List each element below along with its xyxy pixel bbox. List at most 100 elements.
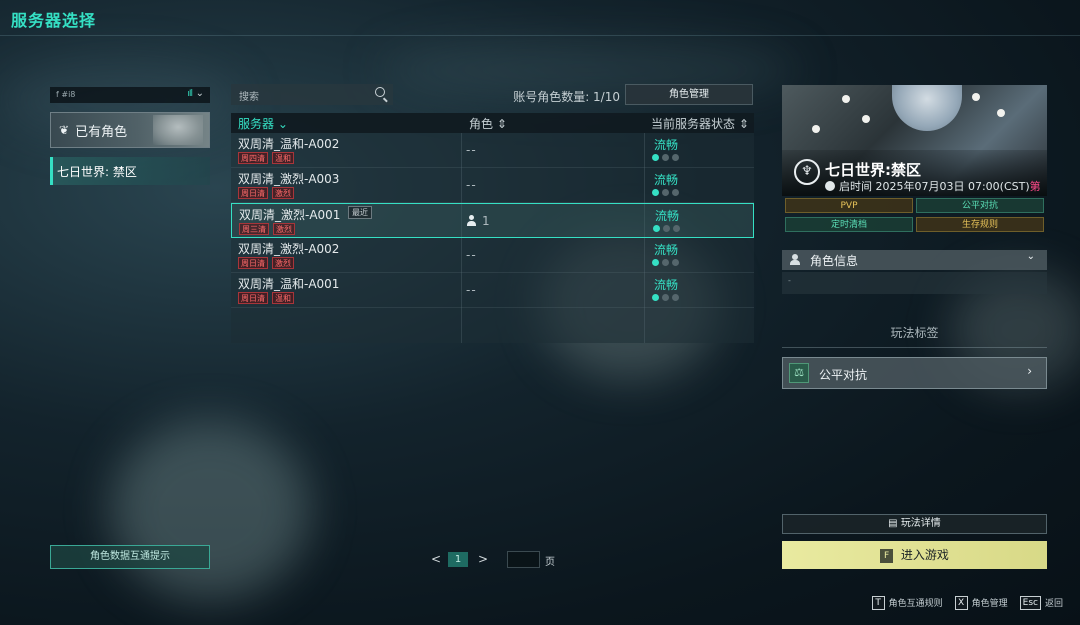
server-tag: 激烈 (273, 223, 295, 235)
person-icon (467, 215, 476, 226)
clock-icon (825, 181, 835, 191)
server-tags: 周日清 激烈 (238, 187, 294, 199)
search-icon[interactable] (375, 87, 385, 97)
server-status: 流畅 (654, 243, 679, 257)
keycap-icon: Esc (1019, 596, 1041, 610)
butterfly-icon: ❦ (59, 123, 70, 137)
current-page[interactable]: 1 (448, 552, 468, 567)
server-name: 双周清_激烈-A001 (239, 208, 341, 222)
role-cell: 1 (467, 214, 491, 228)
pagination: < 1 > (431, 551, 561, 569)
server-status: 流畅 (654, 173, 679, 187)
load-dot (652, 189, 659, 196)
role-info-body: - (782, 272, 1047, 294)
server-tag: 周日清 (238, 292, 268, 304)
server-tags: 周日清 激烈 (238, 257, 294, 269)
load-dot (652, 259, 659, 266)
load-indicator (652, 259, 679, 266)
server-name: 双周清_温和-A001 (238, 277, 340, 291)
enter-game-button[interactable]: F 进入游戏 (782, 541, 1047, 569)
has-role-label: 已有角色 (75, 124, 128, 140)
search-input[interactable]: 搜索 (231, 84, 393, 105)
jellyfish-logo-icon: ♆ (794, 159, 820, 185)
server-row[interactable]: 双周清_温和-A001 周日清 温和 -- 流畅 (231, 273, 754, 308)
search-placeholder: 搜索 (239, 92, 259, 103)
server-tag: 周日清 (238, 257, 268, 269)
game-tag: 生存规则 (916, 217, 1044, 232)
role-manage-button[interactable]: 角色管理 (625, 84, 753, 105)
load-dot (653, 225, 660, 232)
role-data-hint-button[interactable]: 角色数据互通提示 (50, 545, 210, 569)
page-unit: 页 (545, 557, 555, 568)
server-tags: 周四清 温和 (238, 152, 294, 164)
load-dot (662, 294, 669, 301)
role-cell: -- (466, 248, 477, 262)
server-tags: 周三清 激烈 (239, 223, 295, 235)
chevron-right-icon: › (1027, 364, 1032, 378)
open-time: 启时间 2025年07月03日 07:00(CST)第 (825, 178, 1041, 194)
page-jump-input[interactable] (507, 551, 540, 568)
load-dot (652, 294, 659, 301)
server-row[interactable]: 双周清_温和-A002 周四清 温和 -- 流畅 (231, 133, 754, 168)
key-hint[interactable]: X 角色管理 (954, 596, 1008, 610)
chevron-down-icon: ⌄ (195, 88, 204, 99)
load-dot (672, 154, 679, 161)
server-row[interactable]: 双周清_激烈-A001 最近 周三清 激烈 1 流畅 (231, 203, 754, 238)
banner-art (812, 125, 820, 133)
load-dot (672, 294, 679, 301)
world-banner: ♆ 七日世界:禁区 启时间 2025年07月03日 07:00(CST)第 (782, 85, 1047, 196)
next-page-icon[interactable]: > (478, 552, 488, 566)
table-header: 服务器 ⌄ 角色 ⇕ 当前服务器状态 ⇕ (231, 113, 754, 133)
server-tag: 激烈 (272, 257, 294, 269)
server-row[interactable]: 双周清_激烈-A002 周日清 激烈 -- 流畅 (231, 238, 754, 273)
game-tag: 定时清档 (785, 217, 913, 232)
banner-art (862, 115, 870, 123)
world-list-item[interactable]: 七日世界: 禁区 (50, 157, 210, 185)
banner-art (972, 93, 980, 101)
play-detail-button[interactable]: ▤ 玩法详情 (782, 514, 1047, 534)
role-count-cell: -- (466, 143, 477, 157)
banner-art (892, 85, 962, 131)
person-icon (790, 254, 800, 265)
fair-play-tag-button[interactable]: ⚖ 公平对抗 › (782, 357, 1047, 389)
role-count-cell: -- (466, 283, 477, 297)
role-info-label: 角色信息 (810, 254, 859, 268)
character-portrait (153, 115, 203, 145)
load-dot (672, 259, 679, 266)
load-dot (652, 154, 659, 161)
world-name: 七日世界:禁区 (825, 161, 921, 179)
server-tag: 周日清 (238, 187, 268, 199)
load-dot (662, 259, 669, 266)
play-tags-divider (782, 347, 1047, 348)
key-f-icon: F (880, 549, 894, 563)
role-info-dropdown[interactable]: 角色信息 ⌄ (782, 250, 1047, 270)
server-column-header[interactable]: 服务器 ⌄ (238, 115, 288, 132)
role-count-cell: -- (466, 248, 477, 262)
signal-icon: ıIl (187, 89, 193, 99)
role-count-cell: 1 (482, 214, 491, 228)
load-dot (663, 225, 670, 232)
server-tag: 周三清 (239, 223, 269, 235)
key-hint[interactable]: T 角色互通规则 (871, 596, 943, 610)
prev-page-icon[interactable]: < (431, 552, 441, 566)
keycap-icon: T (871, 596, 885, 610)
role-column-header[interactable]: 角色 ⇕ (469, 115, 507, 132)
has-role-tab[interactable]: ❦ 已有角色 (50, 112, 210, 148)
server-tag: 周四清 (238, 152, 268, 164)
status-column-header[interactable]: 当前服务器状态 ⇕ (651, 115, 749, 132)
load-dot (662, 189, 669, 196)
server-tag: 温和 (272, 152, 294, 164)
role-count-cell: -- (466, 178, 477, 192)
load-dot (673, 225, 680, 232)
key-hint[interactable]: Esc 返回 (1019, 596, 1063, 610)
network-selector[interactable]: f #i8 ıIl ⌄ (50, 87, 210, 103)
role-cell: -- (466, 283, 477, 297)
banner-art (997, 109, 1005, 117)
game-tag: PVP (785, 198, 913, 213)
load-dot (662, 154, 669, 161)
server-name: 双周清_激烈-A002 (238, 242, 340, 256)
network-label: f #i8 (56, 90, 76, 99)
server-row[interactable]: 双周清_激烈-A003 周日清 激烈 -- 流畅 (231, 168, 754, 203)
chevron-down-icon: ⌄ (1026, 251, 1035, 262)
server-name: 双周清_温和-A002 (238, 137, 340, 151)
